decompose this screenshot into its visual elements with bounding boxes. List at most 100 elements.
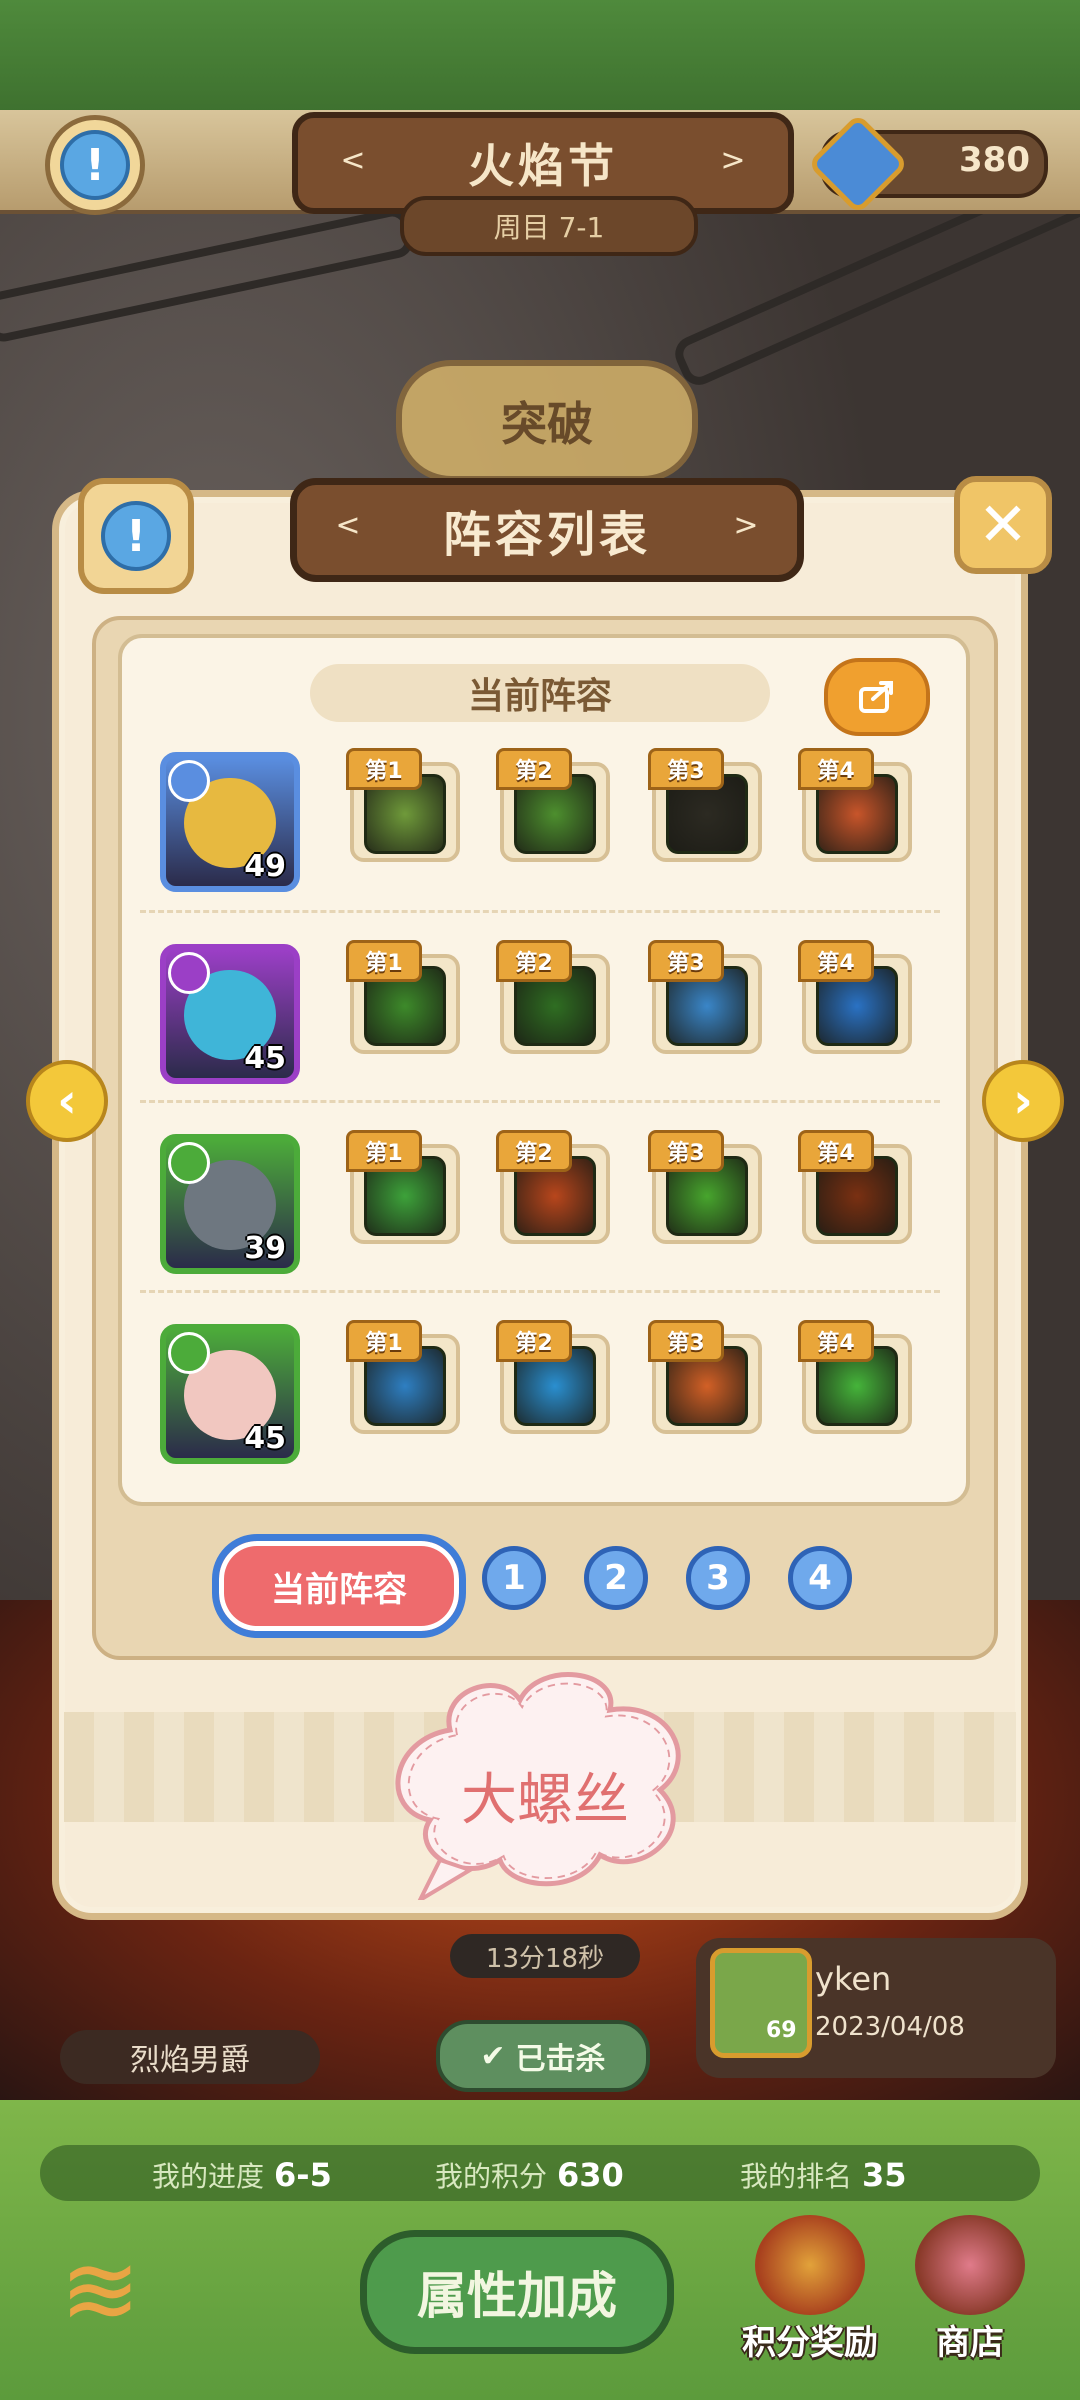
next-arrow-button[interactable]: › xyxy=(982,1060,1064,1142)
skill-slot[interactable]: 第2 xyxy=(496,940,610,1054)
skill-slot[interactable]: 第3 xyxy=(648,748,762,862)
skill-slot[interactable]: 第1 xyxy=(346,1130,460,1244)
attribute-bonus-button[interactable]: 属性加成 xyxy=(360,2230,674,2354)
record-player-name: yken xyxy=(815,1960,892,1998)
timer-display: 13分18秒 xyxy=(450,1934,640,1978)
info-icon: ! xyxy=(101,501,171,571)
modal-title-plate: < 阵容列表 > xyxy=(290,478,804,582)
score-value: 630 xyxy=(557,2156,624,2194)
swirl-right-icon: > xyxy=(733,508,759,543)
share-icon xyxy=(859,681,893,713)
swirl-right-icon: > xyxy=(720,143,746,178)
element-badge-icon xyxy=(168,1332,210,1374)
score-label: 我的积分 xyxy=(435,2160,548,2193)
share-button[interactable] xyxy=(824,658,930,736)
shop-label: 商店 xyxy=(936,2323,1004,2363)
tab-lineup-1[interactable]: 1 xyxy=(482,1546,546,1610)
info-button[interactable]: ! xyxy=(45,115,145,215)
breakthrough-button[interactable]: 突破 xyxy=(396,360,698,482)
hero-level: 39 xyxy=(244,1231,286,1266)
skill-slot[interactable]: 第2 xyxy=(496,748,610,862)
hero-portrait[interactable]: 49 xyxy=(160,752,300,892)
skill-order-tag: 第3 xyxy=(648,1130,724,1172)
tab-lineup-4[interactable]: 4 xyxy=(788,1546,852,1610)
skill-order-tag: 第4 xyxy=(798,940,874,982)
rank-item: 我的排名 35 xyxy=(740,2155,907,2195)
hero-portrait[interactable]: 45 xyxy=(160,944,300,1084)
arrow-right-icon: › xyxy=(1013,1073,1033,1129)
record-date: 2023/04/08 xyxy=(815,2012,965,2042)
skill-order-tag: 第3 xyxy=(648,940,724,982)
row-separator xyxy=(140,910,940,913)
prev-arrow-button[interactable]: ‹ xyxy=(26,1060,108,1142)
element-badge-icon xyxy=(168,1142,210,1184)
hero-portrait[interactable]: 45 xyxy=(160,1324,300,1464)
rank-label: 我的排名 xyxy=(740,2160,853,2193)
skill-order-tag: 第1 xyxy=(346,940,422,982)
row-separator xyxy=(140,1290,940,1293)
element-badge-icon xyxy=(168,952,210,994)
skill-slot[interactable]: 第2 xyxy=(496,1320,610,1434)
progress-item: 我的进度 6-5 xyxy=(152,2155,332,2195)
shop-icon xyxy=(915,2215,1025,2315)
skill-slot[interactable]: 第4 xyxy=(798,940,912,1054)
close-button[interactable]: ✕ xyxy=(954,476,1052,574)
skill-slot[interactable]: 第2 xyxy=(496,1130,610,1244)
trophy-icon xyxy=(755,2215,865,2315)
check-icon: ✔ xyxy=(480,2038,506,2074)
skill-slot[interactable]: 第1 xyxy=(346,748,460,862)
row-separator xyxy=(140,1100,940,1103)
tab-lineup-3[interactable]: 3 xyxy=(686,1546,750,1610)
close-icon: ✕ xyxy=(977,490,1029,560)
swirl-left-icon: < xyxy=(340,143,366,178)
tab-current-lineup[interactable]: 当前阵容 xyxy=(212,1534,466,1638)
tab-lineup-2[interactable]: 2 xyxy=(584,1546,648,1610)
skill-slot[interactable]: 第4 xyxy=(798,1320,912,1434)
skill-order-tag: 第3 xyxy=(648,1320,724,1362)
skill-slot[interactable]: 第4 xyxy=(798,748,912,862)
record-avatar xyxy=(710,1948,812,2058)
skill-order-tag: 第2 xyxy=(496,1320,572,1362)
modal-title: 阵容列表 xyxy=(442,507,651,563)
record-level: 69 xyxy=(766,2018,797,2043)
skill-order-tag: 第1 xyxy=(346,1130,422,1172)
skill-slot[interactable]: 第3 xyxy=(648,1130,762,1244)
hero-level: 45 xyxy=(244,1041,286,1076)
progress-label: 我的进度 xyxy=(152,2160,265,2193)
card-title: 当前阵容 xyxy=(310,664,770,722)
progress-row: 我的进度 6-5 我的积分 630 我的排名 35 xyxy=(40,2145,1040,2201)
event-title: 火焰节 xyxy=(468,139,618,193)
hero-portrait[interactable]: 39 xyxy=(160,1134,300,1274)
shop-button[interactable]: 商店 xyxy=(895,2215,1045,2365)
skill-slot[interactable]: 第3 xyxy=(648,1320,762,1434)
modal-info-button[interactable]: ! xyxy=(78,478,194,594)
skill-order-tag: 第3 xyxy=(648,748,724,790)
skill-order-tag: 第1 xyxy=(346,748,422,790)
skill-order-tag: 第2 xyxy=(496,748,572,790)
info-icon: ! xyxy=(60,130,130,200)
hero-level: 45 xyxy=(244,1421,286,1456)
scene-top-background xyxy=(0,0,1080,120)
event-subtitle: 周目 7-1 xyxy=(400,196,698,256)
bubble-text: 大螺丝 xyxy=(461,1767,629,1833)
skill-slot[interactable]: 第1 xyxy=(346,1320,460,1434)
skill-order-tag: 第4 xyxy=(798,748,874,790)
killed-label: 已击杀 xyxy=(515,2042,606,2077)
progress-value: 6-5 xyxy=(274,2156,332,2194)
skill-order-tag: 第1 xyxy=(346,1320,422,1362)
arrow-left-icon: ‹ xyxy=(57,1073,77,1129)
skill-slot[interactable]: 第4 xyxy=(798,1130,912,1244)
score-reward-label: 积分奖励 xyxy=(742,2323,878,2363)
score-item: 我的积分 630 xyxy=(435,2155,624,2195)
skill-order-tag: 第4 xyxy=(798,1320,874,1362)
skill-slot[interactable]: 第3 xyxy=(648,940,762,1054)
element-badge-icon xyxy=(168,760,210,802)
hero-level: 49 xyxy=(244,849,286,884)
score-reward-button[interactable]: 积分奖励 xyxy=(735,2215,885,2365)
skill-slot[interactable]: 第1 xyxy=(346,940,460,1054)
killed-badge[interactable]: ✔ 已击杀 xyxy=(436,2020,650,2092)
fishbone-icon: ≋ xyxy=(60,2234,141,2346)
skill-order-tag: 第4 xyxy=(798,1130,874,1172)
currency-value: 380 xyxy=(959,140,1030,180)
rank-value: 35 xyxy=(862,2156,907,2194)
